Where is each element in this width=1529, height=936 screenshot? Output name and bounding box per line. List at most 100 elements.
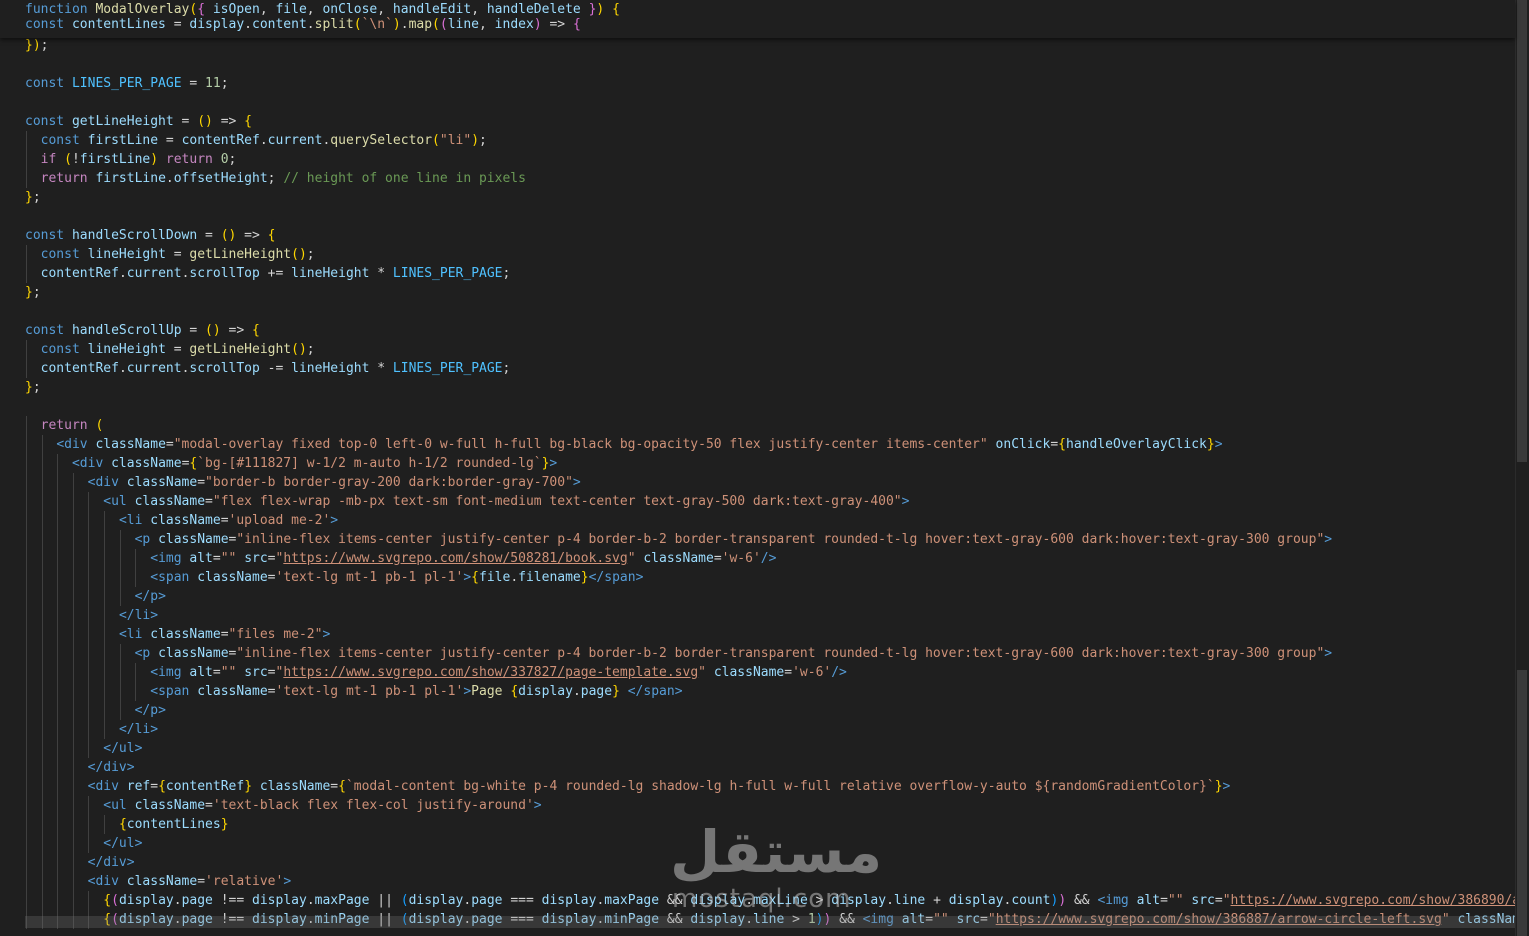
indent-guide bbox=[104, 644, 105, 663]
scrollbar-thumb[interactable] bbox=[1517, 0, 1527, 462]
indent-guide bbox=[88, 530, 90, 549]
indent-guide bbox=[57, 834, 59, 853]
code-line[interactable]: <div ref={contentRef} className={`modal-… bbox=[25, 777, 1231, 796]
code-line[interactable]: </p> bbox=[25, 701, 166, 720]
code-editor[interactable]: }); const LINES_PER_PAGE = 11; const getLi… bbox=[0, 0, 1529, 936]
indent-guide bbox=[57, 720, 59, 739]
code-line[interactable]: return firstLine.offsetHeight; // height… bbox=[25, 169, 526, 188]
code-line[interactable]: <ul className="flex flex-wrap -mb-px tex… bbox=[25, 492, 909, 511]
code-line[interactable]: </ul> bbox=[25, 834, 142, 853]
indent-guide bbox=[88, 891, 90, 910]
indent-guide bbox=[41, 568, 43, 587]
code-line[interactable]: const handleScrollDown = () => { bbox=[25, 226, 275, 245]
indent-guide bbox=[72, 644, 74, 663]
indent-guide bbox=[26, 473, 27, 492]
code-line[interactable]: <img alt="" src="https://www.svgrepo.com… bbox=[25, 663, 847, 682]
code-line[interactable]: const handleScrollUp = () => { bbox=[25, 321, 260, 340]
indent-guide bbox=[26, 796, 27, 815]
code-line[interactable]: </p> bbox=[25, 587, 166, 606]
code-line[interactable]: </li> bbox=[25, 720, 158, 739]
code-line[interactable]: <div className='relative'> bbox=[25, 872, 292, 891]
code-line[interactable]: const getLineHeight = () => { bbox=[25, 112, 252, 131]
indent-guide bbox=[72, 587, 74, 606]
indent-guide bbox=[57, 492, 59, 511]
code-line[interactable]: <li className="files me-2"> bbox=[25, 625, 330, 644]
indent-guide bbox=[26, 264, 27, 283]
indent-guide bbox=[104, 815, 105, 834]
indent-guide bbox=[41, 777, 43, 796]
code-line[interactable]: <div className="modal-overlay fixed top-… bbox=[25, 435, 1222, 454]
indent-guide bbox=[26, 454, 27, 473]
indent-guide bbox=[41, 872, 43, 891]
code-line[interactable]: <img alt="" src="https://www.svgrepo.com… bbox=[25, 549, 776, 568]
code-line[interactable]: <span className='text-lg mt-1 pb-1 pl-1'… bbox=[25, 568, 643, 587]
indent-guide bbox=[72, 739, 74, 758]
code-line[interactable]: }); bbox=[25, 36, 48, 55]
code-line[interactable]: </ul> bbox=[25, 739, 142, 758]
code-line[interactable]: <div className={`bg-[#111827] w-1/2 m-au… bbox=[25, 454, 557, 473]
indent-guide bbox=[57, 606, 59, 625]
indent-guide bbox=[88, 606, 90, 625]
indent-guide bbox=[119, 701, 121, 720]
indent-guide bbox=[41, 644, 43, 663]
indent-guide bbox=[119, 549, 121, 568]
code-area[interactable]: }); const LINES_PER_PAGE = 11; const getLi… bbox=[0, 0, 1529, 936]
indent-guide bbox=[72, 720, 74, 739]
indent-guide bbox=[72, 682, 74, 701]
indent-guide bbox=[135, 549, 137, 568]
indent-guide bbox=[57, 815, 59, 834]
indent-guide bbox=[135, 682, 137, 701]
minimap-highlight bbox=[1517, 670, 1527, 936]
indent-guide bbox=[26, 416, 27, 435]
indent-guide bbox=[26, 492, 27, 511]
indent-guide bbox=[88, 663, 90, 682]
code-line[interactable]: </li> bbox=[25, 606, 158, 625]
code-line[interactable]: <ul className='text-black flex flex-col … bbox=[25, 796, 541, 815]
indent-guide bbox=[26, 568, 27, 587]
code-line[interactable]: {(display.page !== display.maxPage || (d… bbox=[25, 891, 1529, 910]
indent-guide bbox=[26, 359, 27, 378]
code-line[interactable]: <span className='text-lg mt-1 pb-1 pl-1'… bbox=[25, 682, 682, 701]
code-line[interactable]: }; bbox=[25, 283, 41, 302]
code-line[interactable]: contentRef.current.scrollTop += lineHeig… bbox=[25, 264, 511, 283]
indent-guide bbox=[72, 777, 74, 796]
code-line[interactable]: {contentLines} bbox=[25, 815, 229, 834]
code-line[interactable]: contentRef.current.scrollTop -= lineHeig… bbox=[25, 359, 511, 378]
indent-guide bbox=[135, 568, 137, 587]
indent-guide bbox=[26, 435, 27, 454]
indent-guide bbox=[41, 853, 43, 872]
code-line[interactable]: const firstLine = contentRef.current.que… bbox=[25, 131, 487, 150]
horizontal-scrollbar[interactable] bbox=[25, 916, 1515, 928]
indent-guide bbox=[57, 454, 59, 473]
indent-guide bbox=[26, 872, 27, 891]
indent-guide bbox=[26, 606, 27, 625]
code-line[interactable]: <p className="inline-flex items-center j… bbox=[25, 530, 1333, 549]
code-line[interactable]: const LINES_PER_PAGE = 11; bbox=[25, 74, 229, 93]
indent-guide bbox=[26, 587, 27, 606]
sticky-scroll-header[interactable]: function ModalOverlay({ isOpen, file, on… bbox=[0, 0, 1515, 38]
code-line[interactable]: <p className="inline-flex items-center j… bbox=[25, 644, 1333, 663]
code-line[interactable]: <div className="border-b border-gray-200… bbox=[25, 473, 581, 492]
indent-guide bbox=[72, 834, 74, 853]
code-line[interactable]: const lineHeight = getLineHeight(); bbox=[25, 340, 315, 359]
code-line[interactable]: return ( bbox=[25, 416, 104, 435]
indent-guide bbox=[26, 131, 27, 150]
indent-guide bbox=[57, 530, 59, 549]
code-line[interactable]: }; bbox=[25, 188, 41, 207]
indent-guide bbox=[72, 549, 74, 568]
code-line[interactable]: const lineHeight = getLineHeight(); bbox=[25, 245, 315, 264]
indent-guide bbox=[88, 834, 90, 853]
indent-guide bbox=[26, 511, 27, 530]
indent-guide bbox=[72, 492, 74, 511]
indent-guide bbox=[26, 245, 27, 264]
indent-guide bbox=[119, 682, 121, 701]
indent-guide bbox=[26, 758, 27, 777]
code-line[interactable]: }; bbox=[25, 378, 41, 397]
indent-guide bbox=[57, 739, 59, 758]
indent-guide bbox=[88, 587, 90, 606]
code-line[interactable]: if (!firstLine) return 0; bbox=[25, 150, 237, 169]
indent-guide bbox=[57, 777, 59, 796]
indent-guide bbox=[104, 568, 105, 587]
sticky-line[interactable]: const contentLines = display.content.spl… bbox=[25, 17, 581, 32]
sticky-line[interactable]: function ModalOverlay({ isOpen, file, on… bbox=[25, 2, 620, 17]
